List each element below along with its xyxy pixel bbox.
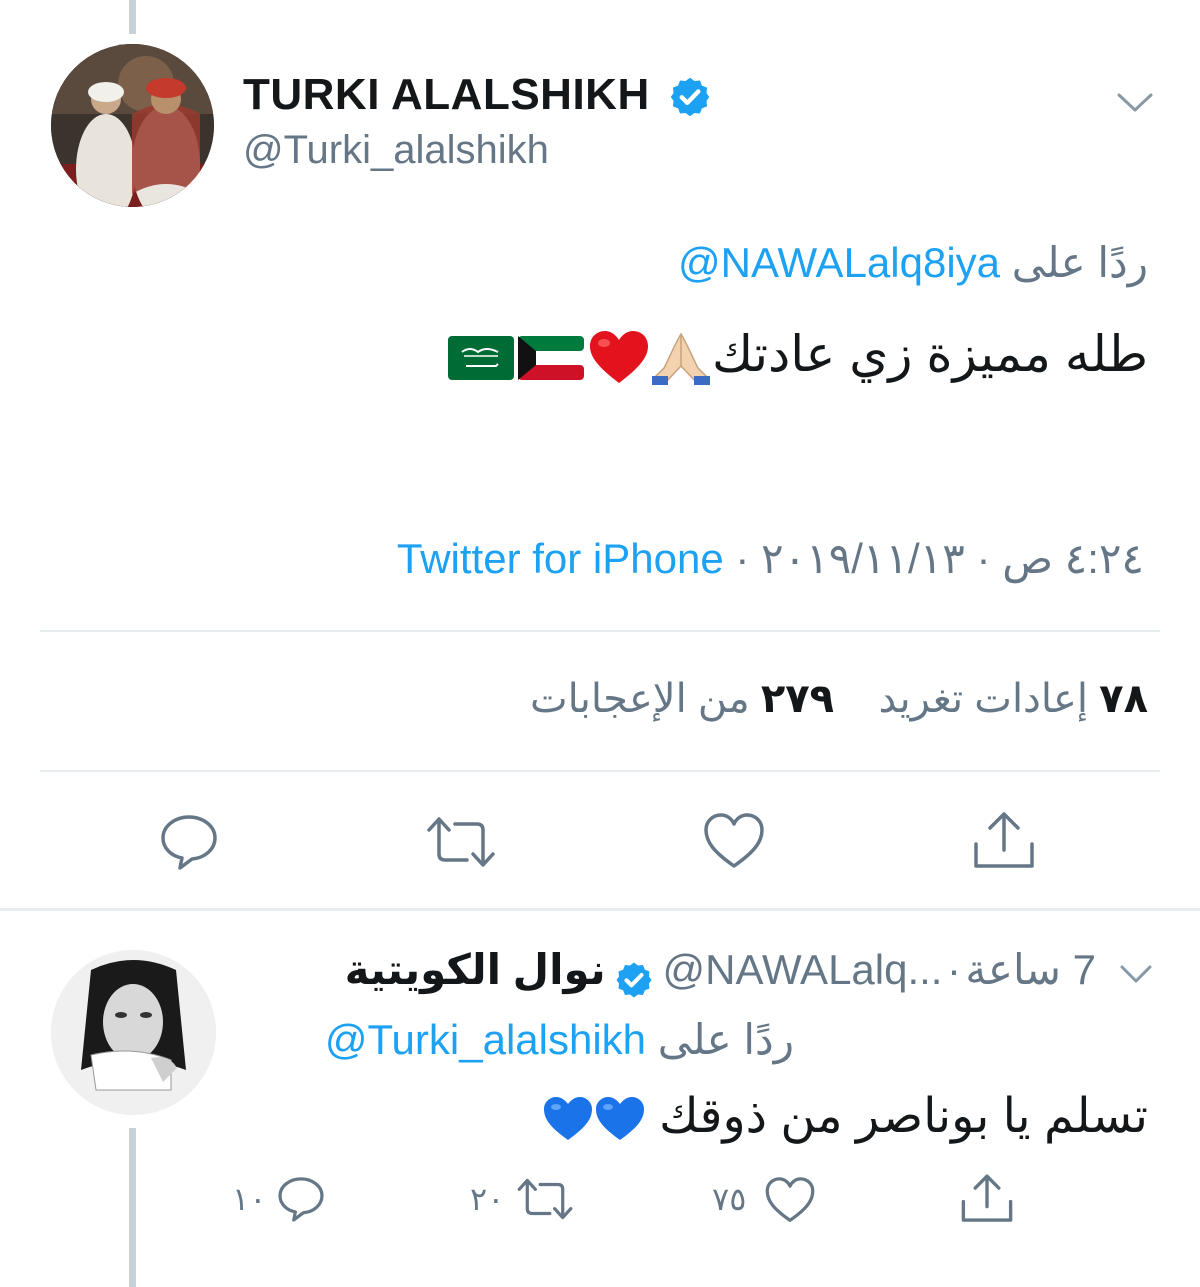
blue-heart-icon xyxy=(543,1097,592,1141)
divider xyxy=(40,630,1160,632)
thread-line-top xyxy=(129,0,136,34)
divider xyxy=(0,908,1200,911)
saudi-flag-icon xyxy=(447,335,514,380)
author-name-row: TURKI ALALSHIKH xyxy=(243,70,712,120)
reply-icon[interactable] xyxy=(276,1174,326,1224)
kuwait-flag-icon xyxy=(517,335,584,380)
red-heart-icon xyxy=(589,330,648,383)
reply-prefix: ردًا على xyxy=(657,1016,794,1063)
like-icon[interactable] xyxy=(764,1176,816,1224)
avatar-photo xyxy=(51,44,214,207)
reply-context: ردًا على @NAWALalq8iya xyxy=(248,238,1148,287)
divider xyxy=(40,770,1160,772)
reply-replies-count: ١٠ xyxy=(232,1181,267,1217)
reply-time: 7 ساعة xyxy=(965,946,1096,993)
share-icon[interactable] xyxy=(972,810,1036,872)
author-name: TURKI ALALSHIKH xyxy=(243,70,650,119)
reply-icon[interactable] xyxy=(158,812,220,872)
tweet-text: طله مميزة زي عادتك xyxy=(711,326,1148,382)
meta-separator: · xyxy=(946,946,961,993)
reply-text-row: تسلم يا بوناصر من ذوقك xyxy=(248,1088,1148,1144)
tweet-time: ٤:٢٤ ص xyxy=(1002,535,1144,582)
reply-retweets-count: ٢٠ xyxy=(470,1181,505,1217)
blue-heart-icon xyxy=(595,1097,644,1141)
retweet-icon[interactable] xyxy=(516,1176,574,1222)
meta-separator: · xyxy=(735,535,750,582)
reply-text: تسلم يا بوناصر من ذوقك xyxy=(659,1090,1148,1143)
tweet-meta: ٤:٢٤ ص · ٢٠١٩/١١/١٣ · Twitter for iPhone xyxy=(144,534,1144,583)
retweets-label: إعادات تغريد xyxy=(878,677,1089,721)
author-handle[interactable]: @Turki_alalshikh xyxy=(243,128,549,173)
reply-author-handle[interactable]: @NAWALalq... xyxy=(663,946,943,993)
retweet-icon[interactable] xyxy=(425,814,497,870)
tweet-date: ٢٠١٩/١١/١٣ xyxy=(761,535,965,582)
share-icon[interactable] xyxy=(960,1172,1014,1226)
chevron-down-icon[interactable] xyxy=(1118,962,1154,986)
retweets-stat[interactable]: ٧٨ إعادات تغريد xyxy=(879,677,1148,721)
tweet-stats: ٧٨ إعادات تغريد ٢٧٩ من الإعجابات xyxy=(248,676,1148,722)
reply-prefix: ردًا على xyxy=(1011,239,1148,286)
reply-header: 7 ساعة · @NAWALalq... نوال الكويتية xyxy=(196,945,1096,1000)
meta-separator: · xyxy=(976,535,991,582)
likes-count: ٢٧٩ xyxy=(760,677,835,721)
praying-hands-icon xyxy=(651,332,710,385)
reply-mention[interactable]: @NAWALalq8iya xyxy=(678,239,1000,286)
reply-mention[interactable]: @Turki_alalshikh xyxy=(325,1016,646,1063)
reply-context: ردًا على @Turki_alalshikh xyxy=(0,1015,794,1064)
author-avatar[interactable] xyxy=(51,44,214,207)
chevron-down-icon[interactable] xyxy=(1115,90,1155,116)
reply-likes-count: ٧٥ xyxy=(712,1181,747,1217)
retweets-count: ٧٨ xyxy=(1099,677,1148,721)
tweet-source[interactable]: Twitter for iPhone xyxy=(397,535,724,582)
reply-author-name: نوال الكويتية xyxy=(344,946,606,993)
likes-stat[interactable]: ٢٧٩ من الإعجابات xyxy=(530,677,834,721)
verified-badge-icon xyxy=(671,78,710,117)
thread-line-bottom xyxy=(129,1128,136,1287)
like-icon[interactable] xyxy=(702,812,766,870)
tweet-text-row: طله مميزة زي عادتك xyxy=(248,325,1148,387)
verified-badge-icon xyxy=(616,962,652,998)
likes-label: من الإعجابات xyxy=(529,677,750,721)
